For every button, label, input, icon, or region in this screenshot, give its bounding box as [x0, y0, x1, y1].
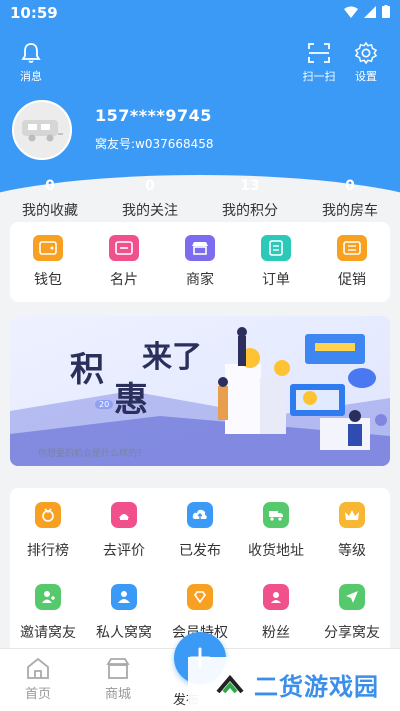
stat-following[interactable]: 0 我的关注 — [100, 178, 200, 220]
shop-icon — [106, 658, 130, 679]
store-icon — [185, 235, 215, 261]
bell-icon — [21, 43, 41, 63]
stat-label: 我的房车 — [322, 203, 378, 219]
banner-title-a: 积 — [70, 350, 104, 390]
banner-title-b: 惠 — [114, 380, 148, 420]
merchant-label: 商家 — [186, 272, 214, 288]
card-label: 名片 — [110, 272, 138, 288]
stat-rv[interactable]: 0 我的房车 — [300, 178, 400, 220]
send-icon — [339, 584, 365, 610]
watermark-text: 二货游戏园 — [254, 672, 379, 701]
invite-label: 邀请窝友 — [20, 625, 76, 641]
published-button[interactable]: 已发布 — [162, 502, 238, 560]
gear-icon — [354, 42, 378, 64]
avatar[interactable] — [12, 100, 72, 160]
home-icon — [27, 657, 49, 679]
review-label: 去评价 — [103, 543, 145, 559]
review-icon — [111, 502, 137, 528]
tab-mall-label: 商城 — [104, 687, 131, 702]
settings-button[interactable]: 设置 — [340, 42, 392, 84]
stat-label: 我的关注 — [122, 203, 178, 219]
wallet-button[interactable]: 钱包 — [18, 235, 78, 289]
feature-row-1: 排行榜 去评价 已发布 收货地址 等级 — [10, 502, 390, 560]
private-nest-label: 私人窝窝 — [96, 625, 152, 641]
message-label: 消息 — [20, 70, 42, 83]
battery-icon — [382, 5, 390, 18]
level-label: 等级 — [338, 543, 366, 559]
user-id: 窝友号:w037668458 — [95, 137, 214, 151]
stat-label: 我的积分 — [222, 203, 278, 219]
ranking-button[interactable]: 排行榜 — [10, 502, 86, 560]
status-time: 10:59 — [10, 4, 58, 22]
level-button[interactable]: 等级 — [314, 502, 390, 560]
stat-num: 0 — [345, 178, 355, 194]
stat-label: 我的收藏 — [22, 203, 78, 219]
quick-actions-card: 钱包 名片 商家 订单 促销 — [10, 222, 390, 302]
promo-icon — [337, 235, 367, 261]
invite-user-icon — [35, 584, 61, 610]
watermark: 二货游戏园 — [188, 657, 400, 711]
invite-button[interactable]: 邀请窝友 — [10, 584, 86, 642]
stat-num: 0 — [45, 178, 55, 194]
tab-home-label: 首页 — [24, 687, 51, 702]
share-button[interactable]: 分享窝友 — [314, 584, 390, 642]
tab-mall[interactable]: 商城 — [88, 657, 148, 702]
upload-cloud-icon — [187, 502, 213, 528]
banner-badge: 20 — [95, 400, 114, 409]
fans-button[interactable]: 粉丝 — [238, 584, 314, 642]
fans-label: 粉丝 — [262, 625, 290, 641]
stat-num: 13 — [240, 178, 260, 194]
wallet-icon — [33, 235, 63, 261]
promo-label: 促销 — [338, 272, 366, 288]
scan-button[interactable]: 扫一扫 — [293, 42, 345, 84]
watermark-logo — [216, 674, 244, 694]
orders-label: 订单 — [262, 272, 290, 288]
private-nest-button[interactable]: 私人窝窝 — [86, 584, 162, 642]
rv-avatar-icon — [22, 120, 63, 142]
settings-label: 设置 — [355, 70, 377, 83]
business-card-icon — [109, 235, 139, 261]
banner-title-c: 来了 — [142, 340, 202, 375]
truck-icon — [263, 502, 289, 528]
stat-num: 0 — [145, 178, 155, 194]
fans-icon — [263, 584, 289, 610]
promo-button[interactable]: 促销 — [322, 235, 382, 289]
tab-home[interactable]: 首页 — [8, 657, 68, 702]
stats-row: 0 我的收藏 0 我的关注 13 我的积分 0 我的房车 — [0, 178, 400, 220]
message-button[interactable]: 消息 — [5, 42, 57, 84]
banner-subtitle: 你想要的机会是什么样的？ — [38, 449, 147, 459]
wallet-label: 钱包 — [34, 272, 62, 288]
stat-favorites[interactable]: 0 我的收藏 — [0, 178, 100, 220]
user-phone: 157****9745 — [95, 106, 212, 125]
card-button[interactable]: 名片 — [94, 235, 154, 289]
order-icon — [261, 235, 291, 261]
diamond-icon — [187, 584, 213, 610]
orders-button[interactable]: 订单 — [246, 235, 306, 289]
merchant-button[interactable]: 商家 — [170, 235, 230, 289]
scan-label: 扫一扫 — [302, 70, 336, 83]
crown-icon — [339, 502, 365, 528]
address-button[interactable]: 收货地址 — [238, 502, 314, 560]
wifi-icon — [344, 6, 358, 18]
promo-banner[interactable]: 积 惠 来了 你想要的机会是什么样的？ 20 — [10, 316, 390, 466]
ranking-icon — [35, 502, 61, 528]
status-icons — [344, 5, 390, 18]
ranking-label: 排行榜 — [27, 543, 69, 559]
share-label: 分享窝友 — [324, 625, 380, 641]
status-bar: 10:59 — [0, 0, 400, 26]
published-label: 已发布 — [179, 543, 221, 559]
people-icon — [111, 584, 137, 610]
signal-icon — [364, 5, 376, 18]
address-label: 收货地址 — [248, 543, 304, 559]
review-button[interactable]: 去评价 — [86, 502, 162, 560]
stat-points[interactable]: 13 我的积分 — [200, 178, 300, 220]
scan-icon — [308, 43, 330, 63]
